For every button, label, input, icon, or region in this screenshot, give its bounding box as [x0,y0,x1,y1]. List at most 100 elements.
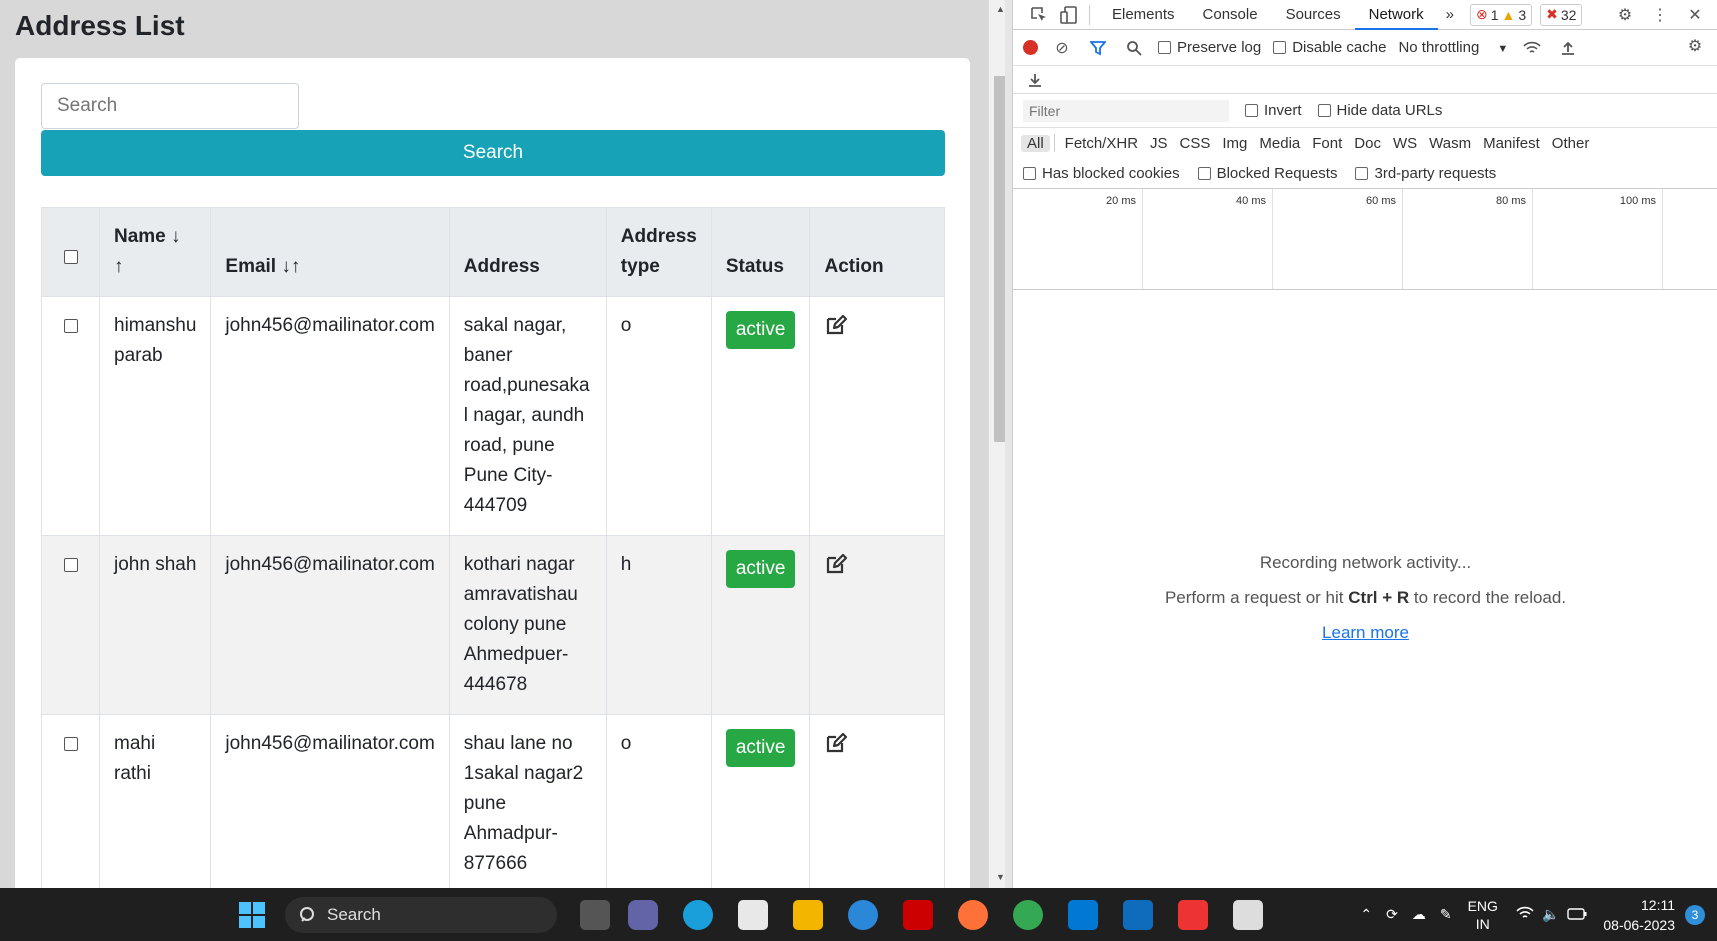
onedrive-icon[interactable]: ☁ [1412,906,1426,923]
clock[interactable]: 12:11 08-06-2023 [1603,895,1675,935]
chrome-icon[interactable] [1013,900,1043,930]
throttling-select[interactable]: No throttling ▼ [1398,39,1508,56]
invert-checkbox[interactable]: Invert [1245,102,1302,119]
filter-icon[interactable] [1086,36,1110,60]
type-filter-wasm[interactable]: Wasm [1423,135,1477,152]
table-header-row: Name ↓ ↑ Email ↓↑ Address Address type S… [41,207,945,297]
error-warning-badge[interactable]: ⊗ 1 ▲ 3 [1469,3,1533,26]
devtools-panel: Elements Console Sources Network » ⊗ 1 ▲ 3… [1012,0,1717,888]
third-party-requests-checkbox[interactable]: 3rd-party requests [1355,165,1496,182]
search-icon[interactable] [1122,36,1146,60]
sort-desc-icon[interactable]: ↓ [171,226,181,247]
has-blocked-cookies-checkbox[interactable]: Has blocked cookies [1023,165,1180,182]
tab-network[interactable]: Network [1354,0,1438,30]
warning-icon: ▲ [1501,6,1516,23]
type-filter-other[interactable]: Other [1546,135,1596,152]
show-hidden-icons-icon[interactable]: ⌃ [1360,906,1372,923]
edit-icon[interactable] [824,552,848,586]
mail-icon[interactable] [1123,900,1153,930]
sync-icon[interactable]: ⟳ [1386,906,1398,923]
tab-console[interactable]: Console [1189,0,1272,30]
name-header[interactable]: Name ↓ ↑ [98,207,212,297]
export-har-icon[interactable] [1023,68,1047,92]
taskbar-search-box[interactable]: Search [285,897,557,933]
snipping-tool-icon[interactable] [1233,900,1263,930]
device-toolbar-icon[interactable] [1057,3,1081,27]
sort-toggle-icon[interactable]: ↓↑ [281,256,300,277]
search-button[interactable]: Search [41,130,945,176]
email-header[interactable]: Email ↓↑ [210,207,450,297]
windows-start-icon[interactable] [237,900,267,930]
kebab-menu-icon[interactable]: ⋮ [1648,3,1672,27]
edge-browser-icon[interactable] [683,900,713,930]
resource-type-filters: All Fetch/XHR JS CSS Img Media Font Doc … [1013,128,1717,158]
issues-badge[interactable]: ✖ 32 [1540,3,1583,26]
type-filter-doc[interactable]: Doc [1348,135,1387,152]
task-view-icon[interactable] [580,900,610,930]
table-row: john shah john456@mailinator.com kothari… [41,535,945,715]
language-indicator[interactable]: ENG IN [1468,897,1498,933]
type-filter-all[interactable]: All [1021,134,1050,152]
type-filter-css[interactable]: CSS [1174,135,1217,152]
settings-gear-icon[interactable]: ⚙ [1613,3,1637,27]
row-checkbox[interactable] [63,737,78,751]
more-tabs-icon[interactable]: » [1438,0,1462,30]
pen-icon[interactable]: ✎ [1440,906,1452,923]
recording-message: Recording network activity... [1259,553,1472,572]
learn-more-link[interactable]: Learn more [1322,623,1409,642]
status-badge: active [725,729,796,767]
mcafee-icon[interactable] [903,900,933,930]
record-icon[interactable] [1023,40,1038,55]
blocked-requests-checkbox[interactable]: Blocked Requests [1197,165,1337,182]
type-filter-js[interactable]: JS [1144,135,1174,152]
scroll-down-icon[interactable]: ▼ [996,872,1005,882]
sort-asc-icon[interactable]: ↑ [114,256,124,277]
network-settings-gear-icon[interactable]: ⚙ [1683,34,1707,58]
close-icon[interactable]: ✕ [1683,3,1707,27]
edit-icon[interactable] [824,731,848,765]
row-checkbox[interactable] [63,319,78,333]
edit-icon[interactable] [824,313,848,347]
hide-data-urls-checkbox[interactable]: Hide data URLs [1317,102,1442,119]
search-input[interactable] [41,83,299,129]
volume-icon[interactable]: 🔈 [1542,906,1559,923]
tab-elements[interactable]: Elements [1098,0,1189,30]
type-filter-ws[interactable]: WS [1387,135,1423,152]
wifi-icon[interactable] [1516,906,1534,923]
teams-icon[interactable] [628,900,658,930]
filter-input[interactable] [1023,99,1229,122]
vscode-icon[interactable] [1068,900,1098,930]
microsoft-store-icon[interactable] [738,900,768,930]
get-help-icon[interactable] [848,900,878,930]
notification-badge[interactable]: 3 [1685,904,1705,925]
scroll-up-icon[interactable]: ▲ [996,4,1005,14]
scrollbar-thumb[interactable] [994,76,1005,442]
file-explorer-icon[interactable] [793,900,823,930]
network-conditions-icon[interactable] [1520,36,1544,60]
inspect-icon[interactable] [1027,3,1051,27]
address-cell: sakal nagar, baner road,punesakal nagar,… [448,296,607,536]
import-har-icon[interactable] [1556,36,1580,60]
address-cell: kothari nagar amravatishau colony pune A… [448,535,607,715]
address-cell: shau lane no 1sakal nagar2 pune Ahmadpur… [448,714,607,888]
page-scrollbar[interactable]: ▲ ▼ [988,0,1005,888]
battery-icon[interactable] [1567,907,1587,923]
firefox-icon[interactable] [958,900,988,930]
type-filter-media[interactable]: Media [1253,135,1306,152]
type-filter-img[interactable]: Img [1216,135,1253,152]
address-card: Search Name ↓ ↑ Email ↓↑ Address [15,58,970,888]
address-type-cell: o [605,296,712,536]
preserve-log-checkbox[interactable]: Preserve log [1158,39,1261,56]
select-all-checkbox[interactable] [63,250,78,264]
anydesk-icon[interactable] [1178,900,1208,930]
clear-icon[interactable]: ⊘ [1050,36,1074,60]
disable-cache-checkbox[interactable]: Disable cache [1273,39,1386,56]
row-checkbox[interactable] [63,558,78,572]
type-filter-fetch-xhr[interactable]: Fetch/XHR [1059,135,1144,152]
tab-sources[interactable]: Sources [1272,0,1355,30]
type-filter-font[interactable]: Font [1306,135,1348,152]
email-cell: john456@mailinator.com [210,535,450,715]
address-type-cell: h [605,535,712,715]
type-filter-manifest[interactable]: Manifest [1477,135,1546,152]
system-tray: ⌃ ⟳ ☁ ✎ ENG IN 🔈 12:11 08-06-2023 3 [1360,888,1717,941]
